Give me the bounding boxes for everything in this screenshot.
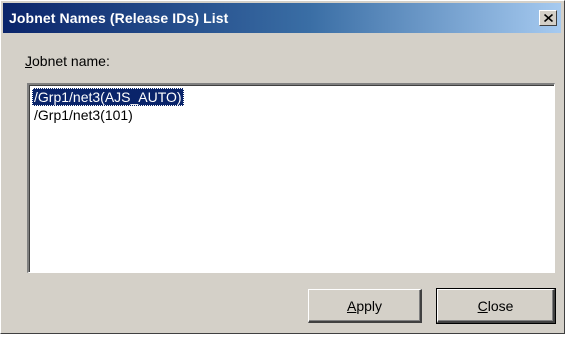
title-bar[interactable]: Jobnet Names (Release IDs) List	[3, 3, 561, 33]
window-title: Jobnet Names (Release IDs) List	[9, 10, 229, 26]
label-text: obnet name:	[32, 53, 110, 69]
jobnet-name-listbox[interactable]: /Grp1/net3(AJS_AUTO) /Grp1/net3(101)	[27, 83, 555, 273]
jobnet-name-label: Jobnet name:	[25, 53, 110, 69]
dialog-window: Jobnet Names (Release IDs) List Jobnet n…	[0, 0, 565, 334]
close-window-button[interactable]	[539, 10, 557, 26]
apply-button[interactable]: Apply	[308, 289, 422, 323]
list-item[interactable]: /Grp1/net3(AJS_AUTO)	[32, 88, 184, 106]
list-item[interactable]: /Grp1/net3(101)	[32, 106, 135, 124]
close-label: lose	[487, 297, 514, 314]
apply-mnemonic: A	[346, 297, 357, 314]
close-button[interactable]: Close	[436, 288, 556, 324]
label-mnemonic: J	[25, 53, 32, 69]
apply-label: pply	[356, 297, 383, 314]
close-icon	[543, 14, 553, 22]
close-mnemonic: C	[477, 297, 488, 314]
